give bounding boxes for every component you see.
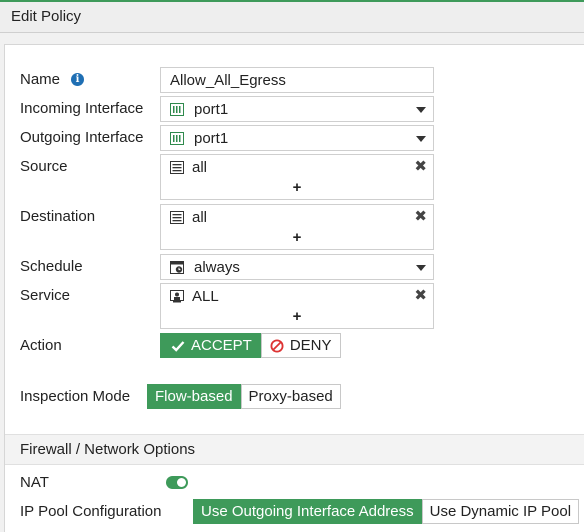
nat-label: NAT [20, 474, 49, 491]
dialog-header: Edit Policy [0, 0, 584, 33]
dialog-title: Edit Policy [11, 8, 82, 25]
name-input[interactable]: Allow_All_Egress [160, 67, 434, 93]
section-title: Firewall / Network Options [20, 441, 196, 458]
remove-destination-icon[interactable]: ✖ [414, 207, 427, 225]
chevron-down-icon [416, 265, 426, 271]
address-icon [170, 211, 184, 224]
policy-form: Name i Allow_All_Egress Incoming Interfa… [4, 44, 584, 532]
incoming-interface-label: Incoming Interface [20, 100, 144, 117]
service-value: ALL [192, 288, 219, 305]
remove-source-icon[interactable]: ✖ [414, 157, 427, 175]
use-outgoing-interface-label: Use Outgoing Interface Address [201, 503, 414, 520]
proxy-based-label: Proxy-based [248, 388, 333, 405]
outgoing-interface-label: Outgoing Interface [20, 129, 144, 146]
address-icon [170, 161, 184, 174]
checkmark-icon [171, 340, 185, 352]
accept-button[interactable]: ACCEPT [160, 333, 261, 358]
name-label: Name [20, 71, 61, 88]
name-value: Allow_All_Egress [170, 72, 286, 89]
service-field: ALL ✖ + [160, 283, 434, 329]
ip-pool-toggle-group: Use Outgoing Interface Address Use Dynam… [193, 499, 580, 524]
destination-value: all [192, 209, 208, 226]
accept-label: ACCEPT [191, 337, 252, 354]
destination-label: Destination [20, 208, 96, 225]
info-icon[interactable]: i [71, 73, 84, 86]
outgoing-interface-select[interactable]: port1 [160, 125, 434, 151]
schedule-label: Schedule [20, 258, 83, 275]
firewall-network-options-header: Firewall / Network Options [5, 434, 584, 465]
action-toggle-group: ACCEPT DENY [160, 333, 341, 358]
flow-based-label: Flow-based [155, 388, 233, 405]
source-field: all ✖ + [160, 154, 434, 200]
nat-toggle[interactable] [166, 476, 188, 489]
use-outgoing-interface-button[interactable]: Use Outgoing Interface Address [193, 499, 422, 524]
destination-field: all ✖ + [160, 204, 434, 250]
schedule-select[interactable]: always [160, 254, 434, 280]
source-value: all [192, 159, 208, 176]
source-label: Source [20, 158, 68, 175]
use-dynamic-ip-pool-button[interactable]: Use Dynamic IP Pool [421, 499, 580, 524]
schedule-value: always [194, 259, 240, 276]
flow-based-button[interactable]: Flow-based [147, 384, 241, 409]
deny-button[interactable]: DENY [260, 333, 341, 358]
add-destination-button[interactable]: + [161, 229, 433, 246]
port-icon [170, 103, 184, 116]
service-icon [170, 290, 184, 303]
add-service-button[interactable]: + [161, 308, 433, 325]
service-label: Service [20, 287, 71, 304]
proxy-based-button[interactable]: Proxy-based [240, 384, 341, 409]
inspection-mode-label: Inspection Mode [20, 388, 131, 405]
port-icon [170, 132, 184, 145]
chevron-down-icon [416, 107, 426, 113]
outgoing-interface-value: port1 [194, 130, 229, 147]
deny-label: DENY [289, 337, 332, 354]
incoming-interface-value: port1 [194, 101, 229, 118]
remove-service-icon[interactable]: ✖ [414, 286, 427, 304]
inspection-mode-toggle-group: Flow-based Proxy-based [147, 384, 341, 409]
add-source-button[interactable]: + [161, 179, 433, 196]
schedule-clock-icon [170, 261, 184, 274]
toggle-knob [177, 478, 186, 487]
use-dynamic-ip-pool-label: Use Dynamic IP Pool [429, 503, 572, 520]
chevron-down-icon [416, 136, 426, 142]
deny-icon [270, 339, 284, 352]
action-label: Action [20, 337, 62, 354]
incoming-interface-select[interactable]: port1 [160, 96, 434, 122]
ip-pool-config-label: IP Pool Configuration [20, 503, 162, 520]
